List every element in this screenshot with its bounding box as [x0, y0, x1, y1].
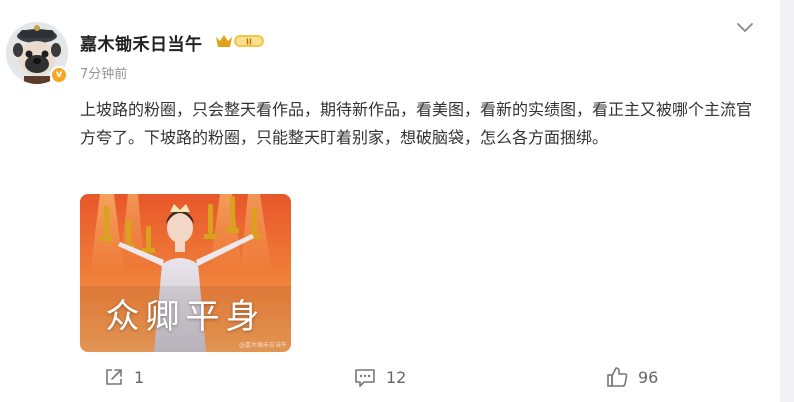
- image-watermark: @嘉木锄禾日当午: [238, 342, 287, 349]
- comment-count: 12: [386, 367, 407, 387]
- comment-button[interactable]: 12: [354, 366, 406, 388]
- share-count: 1: [134, 367, 145, 387]
- share-button[interactable]: 1: [104, 366, 144, 388]
- thumbs-up-icon: [607, 367, 628, 387]
- user-level-badge[interactable]: II: [214, 31, 266, 51]
- scrollbar-track[interactable]: [782, 0, 794, 402]
- post-text: 上坡路的粉圈，只会整天看作品，期待新作品，看美图，看新的实绩图，看正主又被哪个主…: [80, 100, 753, 147]
- post-timestamp[interactable]: 7分钟前: [80, 63, 127, 82]
- like-button[interactable]: 96: [606, 366, 658, 388]
- post-image[interactable]: 众卿平身 @嘉木锄禾日当午: [80, 194, 291, 352]
- weibo-post-card: v 嘉木锄禾日当午 II 7分钟前 上坡路的粉圈，只会整天看作品，期待新作品，看…: [0, 0, 780, 402]
- comment-icon: [355, 369, 375, 387]
- verified-badge: v: [50, 66, 68, 84]
- like-count: 96: [638, 367, 659, 387]
- share-icon: [106, 369, 122, 385]
- author-name[interactable]: 嘉木锄禾日当午: [80, 30, 203, 55]
- user-level-label: II: [246, 38, 252, 47]
- image-caption: 众卿平身: [105, 297, 266, 337]
- chevron-down-icon[interactable]: [736, 22, 754, 34]
